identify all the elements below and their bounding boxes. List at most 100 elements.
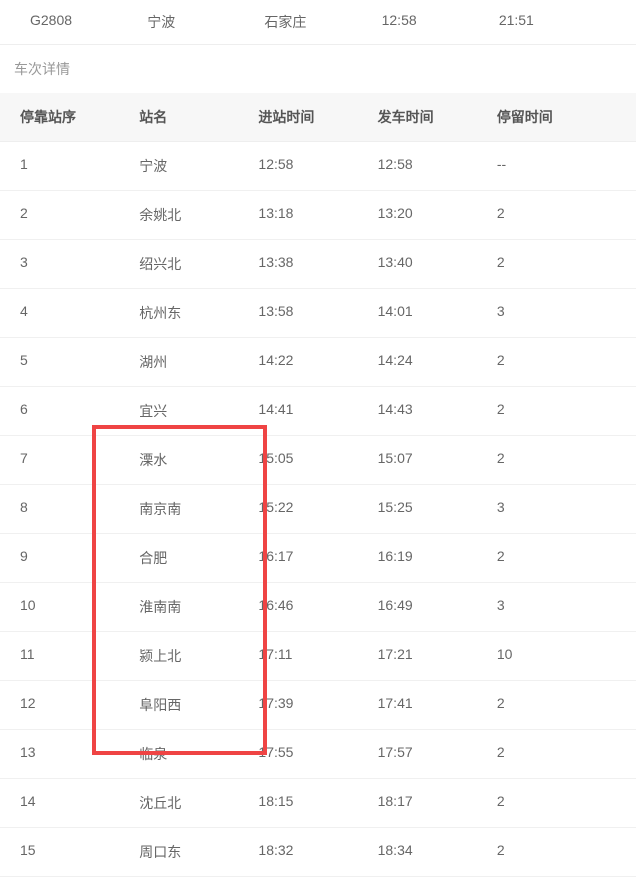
- depart-time: 12:58: [382, 12, 499, 32]
- dwell-time-cell: 2: [497, 352, 616, 372]
- table-header-row: 停靠站序 站名 进站时间 发车时间 停留时间: [0, 93, 636, 142]
- stop-order-cell: 12: [20, 695, 139, 715]
- table-row: 11颍上北17:1117:2110: [0, 632, 636, 681]
- stop-order-cell: 6: [20, 401, 139, 421]
- stop-order-cell: 4: [20, 303, 139, 323]
- departure-time-cell: 12:58: [378, 156, 497, 176]
- stop-order-cell: 13: [20, 744, 139, 764]
- departure-time-cell: 15:25: [378, 499, 497, 519]
- station-name-cell: 宜兴: [139, 401, 258, 421]
- header-departure-time: 发车时间: [378, 107, 497, 127]
- stop-order-cell: 11: [20, 646, 139, 666]
- table-row: 13临泉17:5517:572: [0, 730, 636, 779]
- origin-station: 宁波: [147, 12, 264, 32]
- stop-order-cell: 5: [20, 352, 139, 372]
- stop-order-cell: 7: [20, 450, 139, 470]
- stop-order-cell: 1: [20, 156, 139, 176]
- table-row: 7溧水15:0515:072: [0, 436, 636, 485]
- departure-time-cell: 18:17: [378, 793, 497, 813]
- dwell-time-cell: 2: [497, 205, 616, 225]
- arrival-time-cell: 13:58: [258, 303, 377, 323]
- station-name-cell: 溧水: [139, 450, 258, 470]
- table-row: 1宁波12:5812:58--: [0, 142, 636, 191]
- dwell-time-cell: 2: [497, 744, 616, 764]
- stop-order-cell: 3: [20, 254, 139, 274]
- table-row: 14沈丘北18:1518:172: [0, 779, 636, 828]
- table-row: 10淮南南16:4616:493: [0, 583, 636, 632]
- station-name-cell: 南京南: [139, 499, 258, 519]
- dwell-time-cell: 10: [497, 646, 616, 666]
- table-row: 12阜阳西17:3917:412: [0, 681, 636, 730]
- arrival-time-cell: 14:41: [258, 401, 377, 421]
- dwell-time-cell: 3: [497, 303, 616, 323]
- arrival-time-cell: 16:17: [258, 548, 377, 568]
- arrival-time-cell: 16:46: [258, 597, 377, 617]
- station-name-cell: 绍兴北: [139, 254, 258, 274]
- arrival-time-cell: 12:58: [258, 156, 377, 176]
- header-dwell-time: 停留时间: [497, 107, 616, 127]
- station-name-cell: 沈丘北: [139, 793, 258, 813]
- departure-time-cell: 14:24: [378, 352, 497, 372]
- dwell-time-cell: 3: [497, 499, 616, 519]
- destination-station: 石家庄: [264, 12, 381, 32]
- dwell-time-cell: 2: [497, 695, 616, 715]
- arrive-time: 21:51: [499, 12, 616, 32]
- arrival-time-cell: 14:22: [258, 352, 377, 372]
- table-row: 9合肥16:1716:192: [0, 534, 636, 583]
- station-name-cell: 淮南南: [139, 597, 258, 617]
- departure-time-cell: 17:21: [378, 646, 497, 666]
- train-detail-container: G2808 宁波 石家庄 12:58 21:51 车次详情 停靠站序 站名 进站…: [0, 0, 636, 877]
- table-row: 6宜兴14:4114:432: [0, 387, 636, 436]
- arrival-time-cell: 15:22: [258, 499, 377, 519]
- header-arrival-time: 进站时间: [258, 107, 377, 127]
- dwell-time-cell: --: [497, 156, 616, 176]
- station-name-cell: 宁波: [139, 156, 258, 176]
- departure-time-cell: 13:40: [378, 254, 497, 274]
- table-row: 3绍兴北13:3813:402: [0, 240, 636, 289]
- arrival-time-cell: 17:55: [258, 744, 377, 764]
- table-row: 5湖州14:2214:242: [0, 338, 636, 387]
- stop-order-cell: 15: [20, 842, 139, 862]
- departure-time-cell: 14:01: [378, 303, 497, 323]
- stop-order-cell: 9: [20, 548, 139, 568]
- arrival-time-cell: 17:11: [258, 646, 377, 666]
- table-row: 8南京南15:2215:253: [0, 485, 636, 534]
- stops-table-body: 1宁波12:5812:58--2余姚北13:1813:2023绍兴北13:381…: [0, 142, 636, 877]
- stop-order-cell: 8: [20, 499, 139, 519]
- stop-order-cell: 10: [20, 597, 139, 617]
- arrival-time-cell: 17:39: [258, 695, 377, 715]
- departure-time-cell: 15:07: [378, 450, 497, 470]
- station-name-cell: 湖州: [139, 352, 258, 372]
- dwell-time-cell: 2: [497, 450, 616, 470]
- dwell-time-cell: 3: [497, 597, 616, 617]
- table-row: 4杭州东13:5814:013: [0, 289, 636, 338]
- station-name-cell: 杭州东: [139, 303, 258, 323]
- train-number: G2808: [20, 12, 147, 32]
- departure-time-cell: 18:34: [378, 842, 497, 862]
- dwell-time-cell: 2: [497, 842, 616, 862]
- station-name-cell: 颍上北: [139, 646, 258, 666]
- departure-time-cell: 14:43: [378, 401, 497, 421]
- arrival-time-cell: 15:05: [258, 450, 377, 470]
- train-summary-row: G2808 宁波 石家庄 12:58 21:51: [0, 0, 636, 45]
- dwell-time-cell: 2: [497, 793, 616, 813]
- arrival-time-cell: 18:15: [258, 793, 377, 813]
- dwell-time-cell: 2: [497, 401, 616, 421]
- table-row: 2余姚北13:1813:202: [0, 191, 636, 240]
- station-name-cell: 合肥: [139, 548, 258, 568]
- station-name-cell: 周口东: [139, 842, 258, 862]
- departure-time-cell: 16:19: [378, 548, 497, 568]
- arrival-time-cell: 18:32: [258, 842, 377, 862]
- station-name-cell: 阜阳西: [139, 695, 258, 715]
- departure-time-cell: 17:57: [378, 744, 497, 764]
- dwell-time-cell: 2: [497, 254, 616, 274]
- stop-order-cell: 2: [20, 205, 139, 225]
- header-stop-order: 停靠站序: [20, 107, 139, 127]
- station-name-cell: 余姚北: [139, 205, 258, 225]
- stop-order-cell: 14: [20, 793, 139, 813]
- departure-time-cell: 13:20: [378, 205, 497, 225]
- arrival-time-cell: 13:38: [258, 254, 377, 274]
- departure-time-cell: 16:49: [378, 597, 497, 617]
- dwell-time-cell: 2: [497, 548, 616, 568]
- section-title: 车次详情: [0, 45, 636, 93]
